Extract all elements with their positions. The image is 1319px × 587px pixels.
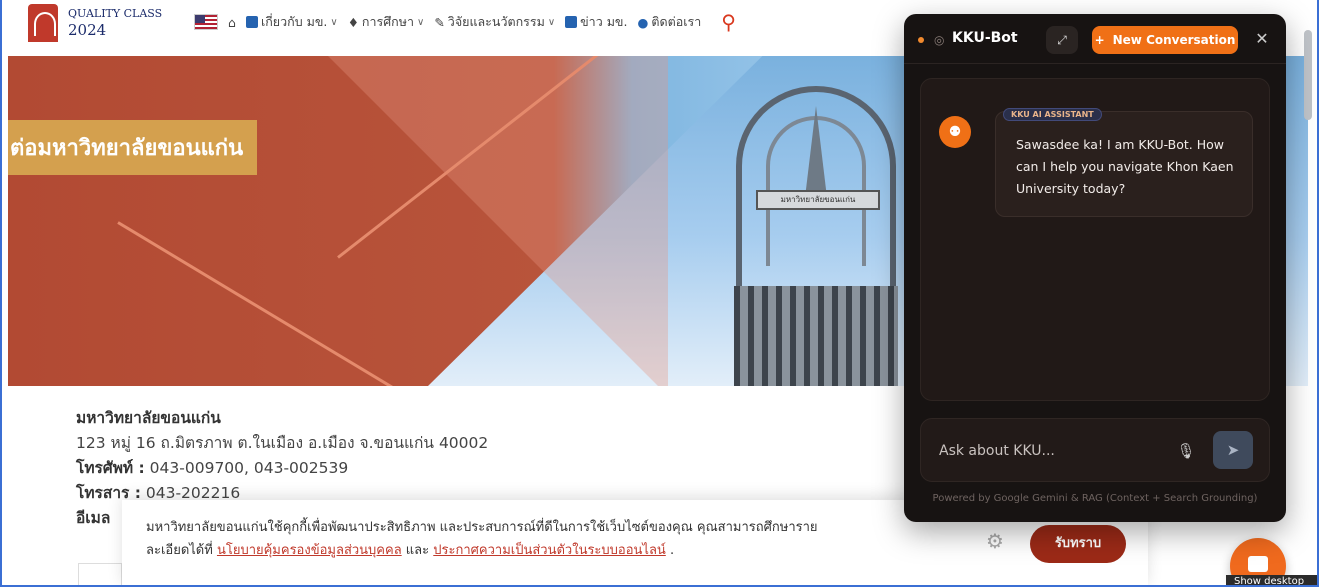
chevron-down-icon: ∨ xyxy=(547,16,556,28)
info-icon xyxy=(245,16,258,28)
new-conversation-button[interactable]: + New Conversation xyxy=(1092,26,1238,54)
kku-bot-chat-panel: ◎ KKU-Bot ⤢ + New Conversation ✕ ⚉ Sawas… xyxy=(904,14,1286,522)
cookie-text-line2: ละเอียดได้ที่ xyxy=(146,543,217,558)
expand-icon[interactable]: ⤢ xyxy=(1046,26,1078,54)
quality-class-year: 2024 xyxy=(68,21,107,39)
chevron-down-icon: ∨ xyxy=(330,16,338,28)
chat-input-bar: 🎙 ➤ xyxy=(920,418,1270,482)
nav-item-research-label: วิจัยและนวัตกรรม xyxy=(447,14,545,29)
nav-item-about-label: เกี่ยวกับ มข. xyxy=(260,14,328,29)
phone-line: โทรศัพท์ : 043-009700, 043-002539 xyxy=(76,456,488,481)
email-label: อีเมล xyxy=(76,509,111,527)
cookie-message: มหาวิทยาลัยขอนแก่นใช้คุกกี้เพื่อพัฒนาประ… xyxy=(146,516,926,562)
powered-by-text: Powered by Google Gemini & RAG (Context … xyxy=(932,493,1258,504)
quality-class-badge: QUALITY CLASS 2024 xyxy=(68,8,162,38)
page-scrollbar[interactable] xyxy=(1304,30,1312,120)
kku-monument-image: มหาวิทยาลัยขอนแก่น xyxy=(726,56,906,386)
nav-item-news-label: ข่าว มข. xyxy=(580,14,628,29)
chat-title: KKU-Bot xyxy=(952,30,1018,46)
cookie-text-and: และ xyxy=(401,543,434,558)
news-icon xyxy=(565,16,578,28)
nav-item-contact[interactable]: ● ติดต่อเรา xyxy=(637,12,701,32)
phone-value: 043-009700, 043-002539 xyxy=(144,459,349,477)
us-flag-icon[interactable] xyxy=(194,14,218,30)
chat-input[interactable] xyxy=(939,439,1169,463)
nav-item-research[interactable]: ✎ วิจัยและนวัตกรรม ∨ xyxy=(434,12,555,32)
cookie-text-line1: มหาวิทยาลัยขอนแก่นใช้คุกกี้เพื่อพัฒนาประ… xyxy=(146,520,818,535)
bot-avatar-icon: ⚉ xyxy=(939,116,971,148)
show-desktop-tooltip: Show desktop xyxy=(1226,575,1319,587)
plus-icon: + xyxy=(1094,33,1105,47)
send-icon: ➤ xyxy=(1226,441,1240,459)
monument-base xyxy=(734,286,898,386)
nav-item-education[interactable]: ♦ การศึกษา ∨ xyxy=(348,12,425,32)
nav-menu: ⌂ เกี่ยวกับ มข. ∨ ♦ การศึกษา ∨ ✎ วิจัยแล… xyxy=(194,10,736,34)
university-logo[interactable]: QUALITY CLASS 2024 xyxy=(28,4,162,42)
research-icon: ✎ xyxy=(434,14,445,30)
chat-messages: ⚉ Sawasdee ka! I am KKU-Bot. How can I h… xyxy=(920,78,1270,401)
hero-decor-triangle xyxy=(308,56,668,386)
cookie-accept-button[interactable]: รับทราบ xyxy=(1030,525,1126,563)
nav-item-contact-label: ติดต่อเรา xyxy=(651,14,702,29)
hero-title: ต่อมหาวิทยาลัยขอนแก่น xyxy=(8,120,258,175)
chevron-down-icon: ∨ xyxy=(416,16,425,28)
kku-emblem-icon xyxy=(28,4,58,42)
online-privacy-notice-link[interactable]: ประกาศความเป็นส่วนตัวในระบบออนไลน์ xyxy=(433,543,666,558)
graduation-cap-icon: ♦ xyxy=(347,14,359,30)
search-icon[interactable]: ⚲ xyxy=(721,10,736,34)
cookie-settings-gear-icon[interactable]: ⚙ xyxy=(984,530,1006,552)
university-name: มหาวิทยาลัยขอนแก่น xyxy=(76,409,221,427)
privacy-policy-link[interactable]: นโยบายคุ้มครองข้อมูลส่วนบุคคล xyxy=(217,543,402,558)
quality-class-label: QUALITY CLASS xyxy=(68,7,163,20)
cookie-text-end: . xyxy=(665,543,675,558)
nav-item-news[interactable]: ข่าว มข. xyxy=(565,12,627,32)
new-conversation-label: New Conversation xyxy=(1112,33,1236,47)
assistant-label-badge: KKU AI ASSISTANT xyxy=(1003,108,1102,121)
online-status-dot xyxy=(918,37,924,43)
microphone-icon[interactable]: 🎙 xyxy=(1175,439,1197,463)
close-icon[interactable]: ✕ xyxy=(1250,27,1274,51)
bot-icon: ◎ xyxy=(934,33,945,47)
home-icon[interactable]: ⌂ xyxy=(228,15,236,30)
nav-item-education-label: การศึกษา xyxy=(361,14,414,29)
phone-label: โทรศัพท์ : xyxy=(76,459,145,477)
nav-item-about[interactable]: เกี่ยวกับ มข. ∨ xyxy=(245,12,338,32)
bot-message-bubble: Sawasdee ka! I am KKU-Bot. How can I hel… xyxy=(995,111,1253,217)
content-card xyxy=(78,563,122,587)
monument-name-plate: มหาวิทยาลัยขอนแก่น xyxy=(756,190,880,210)
chat-bubble-icon: ● xyxy=(637,14,649,30)
chat-header: ◎ KKU-Bot ⤢ + New Conversation ✕ xyxy=(904,14,1286,64)
address-line: 123 หมู่ 16 ถ.มิตรภาพ ต.ในเมือง อ.เมือง … xyxy=(76,434,489,452)
send-button[interactable]: ➤ xyxy=(1213,431,1253,469)
